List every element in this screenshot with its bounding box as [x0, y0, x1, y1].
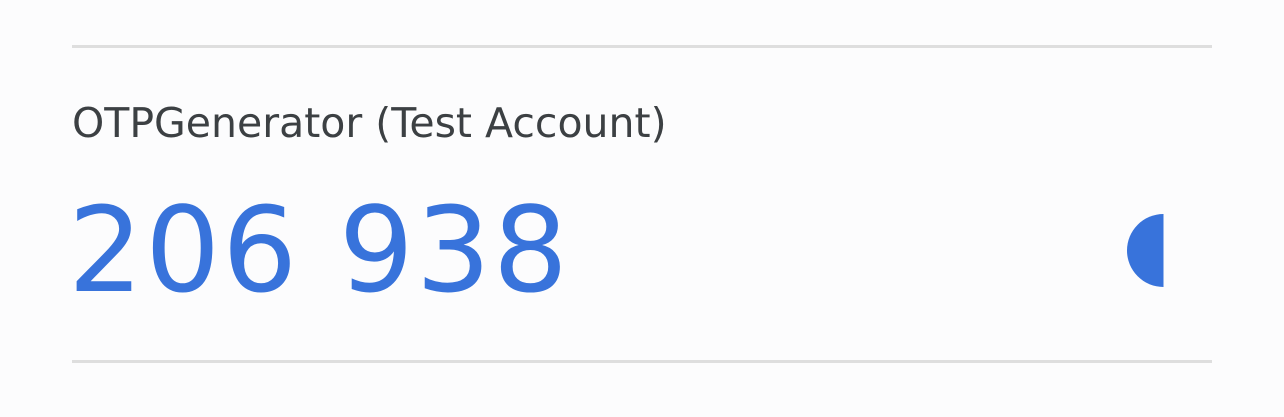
- timer-remaining-wedge: [1127, 214, 1164, 287]
- bottom-divider: [72, 360, 1212, 363]
- account-name: OTPGenerator (Test Account): [72, 99, 667, 147]
- authenticator-screen: OTPGenerator (Test Account) 206 938: [0, 0, 1284, 417]
- otp-code[interactable]: 206 938: [68, 182, 570, 318]
- countdown-timer-icon: [1127, 214, 1164, 287]
